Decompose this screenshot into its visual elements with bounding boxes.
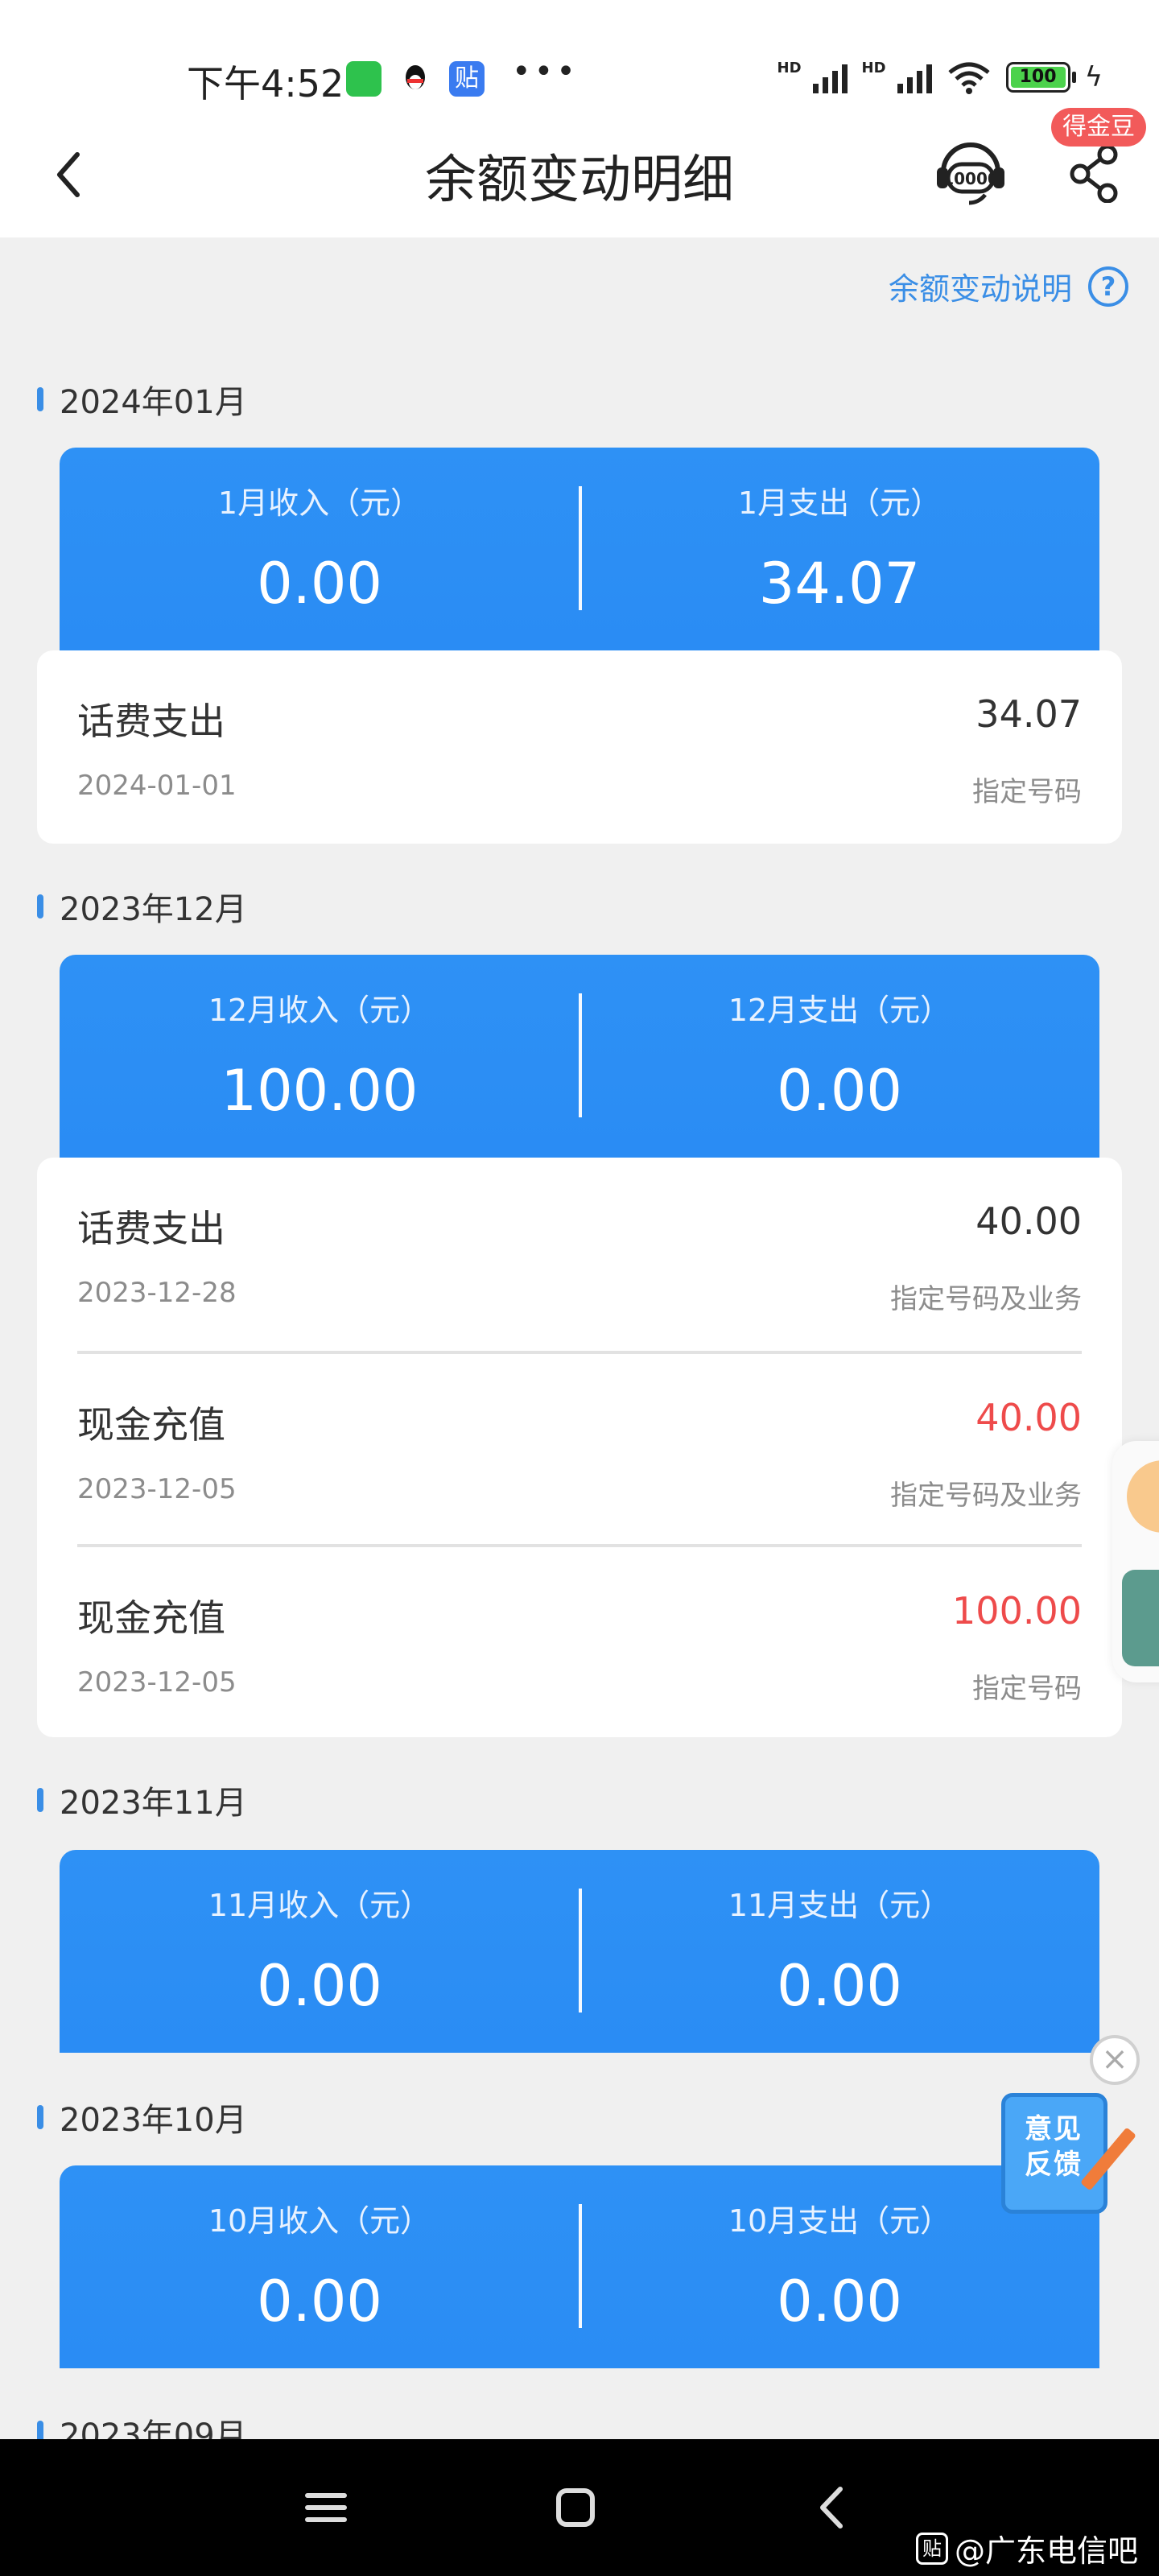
close-icon[interactable]: × — [1090, 2035, 1140, 2085]
income-summary: 12月收入（元） 100.00 — [60, 955, 580, 1158]
month-summary: 11月收入（元） 0.00 11月支出（元） 0.00 — [60, 1850, 1099, 2053]
record-item[interactable]: 现金充值 100.00 2023-12-05 指定号码 — [77, 1544, 1082, 1737]
record-date: 2023-12-28 — [77, 1277, 237, 1309]
feedback-button[interactable]: 意见反馈 — [1001, 2093, 1137, 2214]
balance-explain-link[interactable]: 余额变动说明 ? — [889, 264, 1128, 308]
month-marker — [37, 1788, 43, 1812]
status-time: 下午4:52 — [187, 62, 344, 105]
expense-value: 0.00 — [777, 1953, 902, 2019]
month-label: 2023年10月 — [37, 2093, 247, 2141]
month-label-text: 2023年10月 — [60, 2102, 247, 2139]
signal-icon — [812, 61, 848, 93]
record-date: 2024-01-01 — [77, 770, 237, 802]
record-note: 指定号码及业务 — [890, 1283, 1082, 1315]
expense-value: 34.07 — [758, 551, 921, 617]
record-note: 指定号码 — [972, 1673, 1082, 1705]
more-notifications-icon: ••• — [512, 53, 579, 90]
record-amount: 40.00 — [975, 1199, 1082, 1243]
explain-text: 余额变动说明 — [888, 271, 1072, 307]
status-indicators: HD HD 100 ϟ — [777, 60, 1103, 95]
month-marker — [37, 894, 43, 919]
record-title: 现金充值 — [77, 1403, 225, 1447]
coins-badge[interactable]: 得金豆 — [1051, 108, 1146, 147]
records-list: 话费支出 34.07 2024-01-01 指定号码 — [37, 650, 1122, 844]
hd-icon-2: HD — [861, 60, 886, 76]
month-label-text: 2024年01月 — [60, 384, 247, 421]
floating-side-panel — [1112, 1441, 1159, 1682]
expense-summary: 1月支出（元） 34.07 — [580, 448, 1099, 650]
record-date: 2023-12-05 — [77, 1666, 237, 1699]
month-label: 2023年11月 — [37, 1776, 247, 1824]
battery-icon: 100 — [1005, 62, 1076, 93]
income-label: 1月收入（元） — [217, 485, 422, 521]
month-marker — [37, 2105, 43, 2129]
charging-icon: ϟ — [1084, 61, 1103, 93]
month-summary: 12月收入（元） 100.00 12月支出（元） 0.00 — [60, 955, 1099, 1158]
income-summary: 11月收入（元） 0.00 — [60, 1850, 580, 2053]
income-label: 11月收入（元） — [208, 1888, 431, 1923]
income-value: 0.00 — [257, 2268, 382, 2334]
hd-icon: HD — [777, 60, 802, 76]
expense-label: 1月支出（元） — [737, 485, 942, 521]
nav-header: 余额变动明细 10000 — [0, 113, 1159, 237]
month-label: 2023年12月 — [37, 882, 247, 931]
month-summary: 10月收入（元） 0.00 10月支出（元） 0.00 — [60, 2165, 1099, 2368]
customer-service-icon[interactable]: 10000 — [934, 138, 1008, 206]
record-note: 指定号码 — [972, 776, 1082, 808]
expense-label: 11月支出（元） — [728, 1888, 951, 1923]
record-title: 话费支出 — [77, 700, 225, 743]
expense-value: 0.00 — [777, 1058, 902, 1124]
record-amount: 34.07 — [975, 692, 1082, 736]
record-title: 现金充值 — [77, 1596, 225, 1640]
tieba-logo-icon: 贴 — [916, 2532, 948, 2565]
record-note: 指定号码及业务 — [890, 1480, 1082, 1512]
record-item[interactable]: 话费支出 40.00 2023-12-28 指定号码及业务 — [77, 1158, 1082, 1351]
home-icon[interactable] — [547, 2479, 604, 2536]
month-label: 2024年01月 — [37, 375, 247, 423]
share-icon[interactable] — [1067, 143, 1124, 203]
income-value: 0.00 — [257, 1953, 382, 2019]
svg-text:10000: 10000 — [942, 169, 999, 188]
expense-summary: 11月支出（元） 0.00 — [580, 1850, 1099, 2053]
wechat-icon — [346, 61, 382, 97]
record-amount: 100.00 — [952, 1589, 1082, 1633]
qq-icon — [398, 61, 433, 97]
month-label-text: 2023年12月 — [60, 891, 247, 928]
expense-label: 12月支出（元） — [728, 993, 951, 1028]
record-date: 2023-12-05 — [77, 1473, 237, 1505]
income-label: 10月收入（元） — [208, 2203, 431, 2239]
month-marker — [37, 387, 43, 411]
expense-summary: 12月支出（元） 0.00 — [580, 955, 1099, 1158]
menu-icon[interactable] — [298, 2479, 354, 2536]
promo-float-icon[interactable] — [1127, 1460, 1159, 1533]
month-summary: 1月收入（元） 0.00 1月支出（元） 34.07 — [60, 448, 1099, 650]
watermark: 贴 @广东电信吧 — [916, 2526, 1138, 2570]
record-amount: 40.00 — [975, 1396, 1082, 1439]
help-icon: ? — [1088, 266, 1128, 307]
record-title: 话费支出 — [77, 1207, 225, 1250]
watermark-text: @广东电信吧 — [955, 2533, 1139, 2569]
record-item[interactable]: 话费支出 34.07 2024-01-01 指定号码 — [77, 650, 1082, 844]
income-value: 100.00 — [221, 1058, 419, 1124]
income-summary: 1月收入（元） 0.00 — [60, 448, 580, 650]
tieba-icon: 贴 — [449, 61, 485, 97]
expense-value: 0.00 — [777, 2268, 902, 2334]
feedback-label: 意见反馈 — [1025, 2113, 1083, 2181]
records-list: 话费支出 40.00 2023-12-28 指定号码及业务 现金充值 40.00… — [37, 1158, 1122, 1737]
nav-back-icon[interactable] — [805, 2479, 861, 2536]
month-label-text: 2023年11月 — [60, 1785, 247, 1822]
income-label: 12月收入（元） — [208, 993, 431, 1028]
assistant-avatar-icon[interactable] — [1122, 1570, 1159, 1666]
record-item[interactable]: 现金充值 40.00 2023-12-05 指定号码及业务 — [77, 1351, 1082, 1544]
signal-icon-2 — [897, 61, 932, 93]
income-value: 0.00 — [257, 551, 382, 617]
wifi-icon — [947, 62, 990, 94]
income-summary: 10月收入（元） 0.00 — [60, 2165, 580, 2368]
